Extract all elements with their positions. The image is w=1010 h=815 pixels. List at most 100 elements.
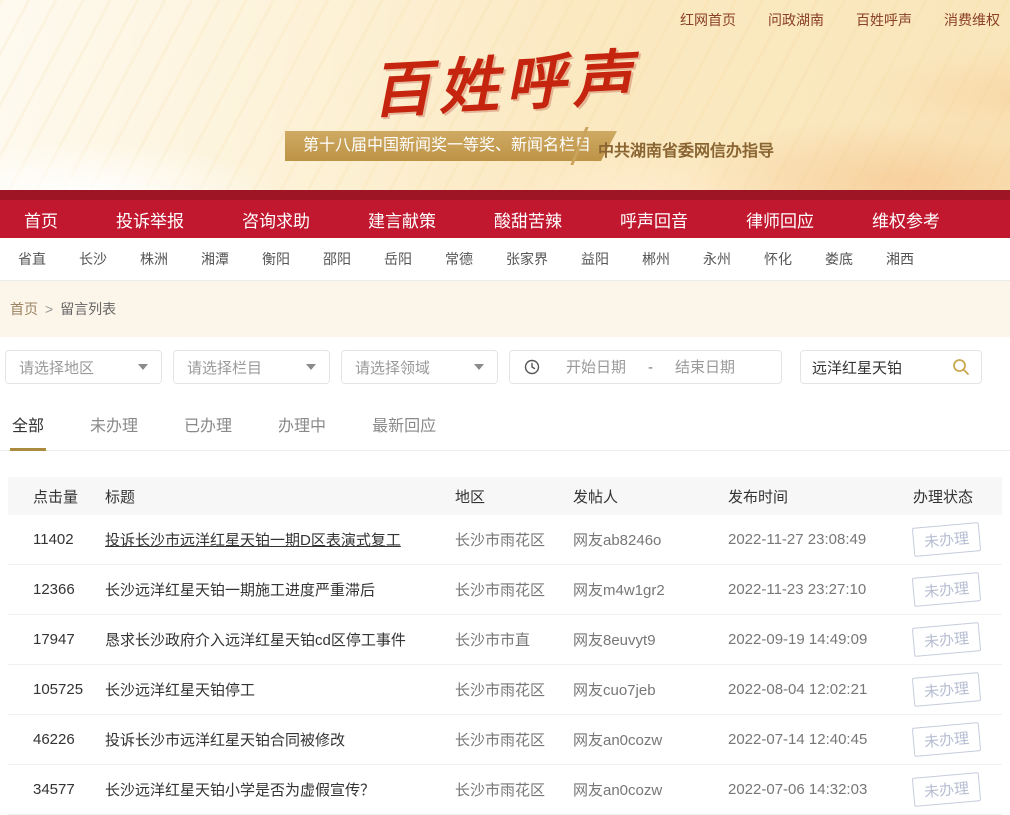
region-item-chenzhou[interactable]: 郴州 — [642, 249, 670, 269]
status-badge: 未办理 — [912, 722, 981, 757]
row-time: 2022-11-23 23:27:10 — [728, 581, 913, 598]
status-badge: 未办理 — [912, 672, 981, 707]
region-select[interactable]: 请选择地区 — [5, 350, 162, 384]
row-time: 2022-08-04 12:02:21 — [728, 681, 913, 698]
region-item-hengyang[interactable]: 衡阳 — [262, 249, 290, 269]
region-item-yueyang[interactable]: 岳阳 — [384, 249, 412, 269]
row-region: 长沙市雨花区 — [455, 779, 573, 800]
row-poster: 网友an0cozw — [573, 779, 728, 800]
row-poster: 网友8euvyt9 — [573, 629, 728, 650]
table-row[interactable]: 105725 长沙远洋红星天铂停工 长沙市雨花区 网友cuo7jeb 2022-… — [8, 665, 1002, 715]
status-badge: 未办理 — [912, 572, 981, 607]
header-title: 标题 — [105, 486, 455, 507]
table-row[interactable]: 17947 恳求长沙政府介入远洋红星天铂cd区停工事件 长沙市市直 网友8euv… — [8, 615, 1002, 665]
row-title-link[interactable]: 长沙远洋红星天铂停工 — [105, 679, 455, 700]
search-input[interactable] — [812, 359, 952, 376]
region-item-huaihua[interactable]: 怀化 — [764, 249, 792, 269]
breadcrumb-home-link[interactable]: 首页 — [10, 299, 38, 319]
nav-item-complaints[interactable]: 投诉举报 — [116, 207, 184, 232]
region-item-zhuzhou[interactable]: 株洲 — [140, 249, 168, 269]
award-ribbon: 第十八届中国新闻奖一等奖、新闻名栏目 — [285, 131, 617, 161]
status-badge: 未办理 — [912, 522, 981, 557]
region-item-changde[interactable]: 常德 — [445, 249, 473, 269]
row-title-link[interactable]: 长沙远洋红星天铂一期施工进度严重滞后 — [105, 579, 455, 600]
tab-unprocessed[interactable]: 未办理 — [88, 412, 140, 450]
top-link-ask-hunan[interactable]: 问政湖南 — [768, 10, 824, 30]
nav-item-lawyer-reply[interactable]: 律师回应 — [746, 207, 814, 232]
field-select[interactable]: 请选择领域 — [341, 350, 498, 384]
header-status: 办理状态 — [913, 486, 1002, 507]
top-link-voice-of-people[interactable]: 百姓呼声 — [856, 10, 912, 30]
region-item-zhangjiajie[interactable]: 张家界 — [506, 249, 548, 269]
top-link-rednet-home[interactable]: 红网首页 — [680, 10, 736, 30]
category-select[interactable]: 请选择栏目 — [173, 350, 330, 384]
row-region: 长沙市雨花区 — [455, 579, 573, 600]
region-item-loudi[interactable]: 娄底 — [825, 249, 853, 269]
header-poster: 发帖人 — [573, 486, 728, 507]
status-badge: 未办理 — [912, 772, 981, 807]
row-clicks: 34577 — [33, 781, 105, 798]
table-header-row: 点击量 标题 地区 发帖人 发布时间 办理状态 — [8, 477, 1002, 515]
region-item-shaoyang[interactable]: 邵阳 — [323, 249, 351, 269]
guidance-text: 中共湖南省委网信办指导 — [598, 137, 774, 161]
nav-item-voice-echo[interactable]: 呼声回音 — [620, 207, 688, 232]
region-item-shengzhi[interactable]: 省直 — [18, 249, 46, 269]
chevron-down-icon — [138, 364, 148, 370]
region-item-yongzhou[interactable]: 永州 — [703, 249, 731, 269]
row-time: 2022-07-14 12:40:45 — [728, 731, 913, 748]
breadcrumb: 首页 > 留言列表 — [0, 281, 1010, 337]
region-nav: 省直 长沙 株洲 湘潭 衡阳 邵阳 岳阳 常德 张家界 益阳 郴州 永州 怀化 … — [0, 238, 1010, 281]
row-region: 长沙市雨花区 — [455, 729, 573, 750]
row-clicks: 17947 — [33, 631, 105, 648]
table-row[interactable]: 46226 投诉长沙市远洋红星天铂合同被修改 长沙市雨花区 网友an0cozw … — [8, 715, 1002, 765]
nav-item-home[interactable]: 首页 — [24, 207, 58, 232]
region-item-xiangtan[interactable]: 湘潭 — [201, 249, 229, 269]
nav-item-consult[interactable]: 咨询求助 — [242, 207, 310, 232]
region-item-xiangxi[interactable]: 湘西 — [886, 249, 914, 269]
nav-item-rights-reference[interactable]: 维权参考 — [872, 207, 940, 232]
date-range-picker[interactable]: - — [509, 350, 782, 384]
row-clicks: 12366 — [33, 581, 105, 598]
tab-processed[interactable]: 已办理 — [182, 412, 234, 450]
category-select-placeholder: 请选择栏目 — [187, 357, 262, 378]
region-item-changsha[interactable]: 长沙 — [79, 249, 107, 269]
tab-in-progress[interactable]: 办理中 — [276, 412, 328, 450]
header-clicks: 点击量 — [33, 486, 105, 507]
date-range-separator: - — [648, 359, 653, 376]
message-list-table: 点击量 标题 地区 发帖人 发布时间 办理状态 11402 投诉长沙市远洋红星天… — [8, 477, 1002, 815]
nav-item-life-stories[interactable]: 酸甜苦辣 — [494, 207, 562, 232]
region-select-placeholder: 请选择地区 — [19, 357, 94, 378]
row-time: 2022-07-06 14:32:03 — [728, 781, 913, 798]
start-date-input[interactable] — [554, 359, 638, 376]
row-clicks: 46226 — [33, 731, 105, 748]
header-region: 地区 — [455, 486, 573, 507]
site-logo[interactable]: 百姓呼声 — [369, 29, 641, 130]
site-banner: 红网首页 问政湖南 百姓呼声 消费维权 百姓呼声 第十八届中国新闻奖一等奖、新闻… — [0, 0, 1010, 190]
row-title-link[interactable]: 恳求长沙政府介入远洋红星天铂cd区停工事件 — [105, 629, 455, 650]
row-region: 长沙市雨花区 — [455, 679, 573, 700]
row-region: 长沙市市直 — [455, 629, 573, 650]
nav-item-suggestions[interactable]: 建言献策 — [368, 207, 436, 232]
row-poster: 网友m4w1gr2 — [573, 579, 728, 600]
row-region: 长沙市雨花区 — [455, 529, 573, 550]
row-time: 2022-09-19 14:49:09 — [728, 631, 913, 648]
tab-latest-replies[interactable]: 最新回应 — [370, 412, 438, 450]
region-item-yiyang[interactable]: 益阳 — [581, 249, 609, 269]
header-time: 发布时间 — [728, 486, 913, 507]
top-nav: 红网首页 问政湖南 百姓呼声 消费维权 — [680, 10, 1000, 30]
status-tabs: 全部 未办理 已办理 办理中 最新回应 — [0, 400, 1010, 451]
table-row[interactable]: 12366 长沙远洋红星天铂一期施工进度严重滞后 长沙市雨花区 网友m4w1gr… — [8, 565, 1002, 615]
tab-all[interactable]: 全部 — [10, 412, 46, 451]
table-row[interactable]: 34577 长沙远洋红星天铂小学是否为虚假宣传？ 长沙市雨花区 网友an0coz… — [8, 765, 1002, 815]
row-title-link[interactable]: 投诉长沙市远洋红星天铂一期D区表演式复工 — [105, 529, 455, 550]
top-link-consumer-rights[interactable]: 消费维权 — [944, 10, 1000, 30]
table-row[interactable]: 11402 投诉长沙市远洋红星天铂一期D区表演式复工 长沙市雨花区 网友ab82… — [8, 515, 1002, 565]
end-date-input[interactable] — [663, 359, 747, 376]
search-icon[interactable] — [952, 358, 970, 376]
row-poster: 网友an0cozw — [573, 729, 728, 750]
row-title-link[interactable]: 投诉长沙市远洋红星天铂合同被修改 — [105, 729, 455, 750]
row-title-link[interactable]: 长沙远洋红星天铂小学是否为虚假宣传？ — [105, 779, 455, 800]
row-clicks: 105725 — [33, 681, 105, 698]
chevron-down-icon — [306, 364, 316, 370]
search-field[interactable] — [800, 350, 982, 384]
